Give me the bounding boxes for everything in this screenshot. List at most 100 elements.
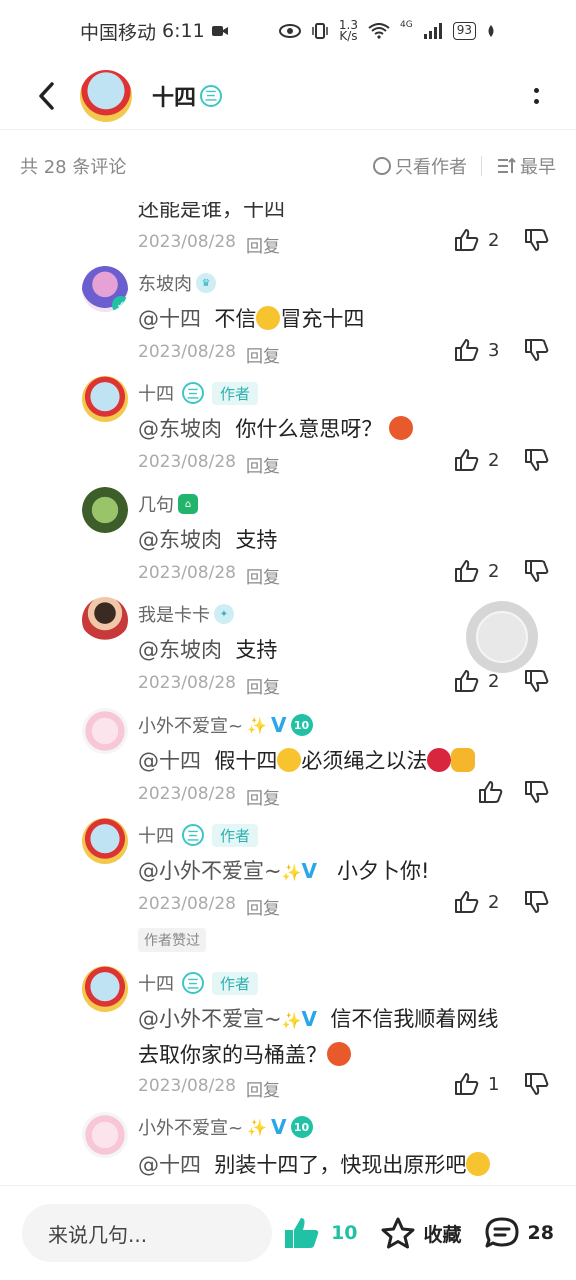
comment-meta: 2023/08/28 回复: [138, 342, 280, 367]
like-button[interactable]: 3: [454, 338, 504, 362]
comment-text-part: 支持: [235, 638, 278, 662]
reply-button[interactable]: 回复: [246, 452, 280, 477]
author-avatar[interactable]: [80, 69, 132, 122]
like-button[interactable]: 2: [454, 228, 504, 252]
thumb-down-icon[interactable]: [524, 559, 550, 583]
only-author-toggle[interactable]: 只看作者: [373, 153, 467, 179]
comment-text-part: 小夕卜你!: [337, 859, 430, 883]
post-like-count: 10: [331, 1222, 358, 1244]
favorite-label: 收藏: [423, 1223, 462, 1246]
mention[interactable]: @东坡肉: [138, 417, 222, 441]
video-icon: [211, 26, 228, 36]
radio-icon: [373, 157, 391, 175]
like-button[interactable]: 2: [454, 890, 504, 914]
more-button[interactable]: [526, 81, 546, 111]
comment-date: 2023/08/28: [138, 1076, 236, 1096]
comment-input[interactable]: 来说几句...: [22, 1204, 272, 1262]
comment-text: @十四 不信 冒充十四: [138, 302, 538, 336]
user-avatar[interactable]: [82, 966, 128, 1012]
comment-input-placeholder: 来说几句...: [48, 1222, 148, 1247]
thumb-down-icon[interactable]: [524, 1072, 550, 1096]
author-tag: 作者: [212, 971, 259, 995]
thumb-down-icon[interactable]: [524, 228, 550, 252]
mention[interactable]: @十四: [138, 749, 201, 773]
post-like-button[interactable]: 10: [283, 1216, 358, 1250]
header: 十四 三: [0, 62, 576, 130]
reply-button[interactable]: 回复: [246, 563, 280, 588]
crown-badge-icon: ♛: [196, 273, 216, 293]
user-name[interactable]: 十四: [138, 822, 174, 848]
mention[interactable]: @东坡肉: [138, 528, 222, 552]
thumb-down-icon[interactable]: [524, 338, 550, 362]
v-badge-icon: V: [301, 1007, 318, 1031]
badge-icon: ✦: [214, 604, 234, 624]
speed-unit: K/s: [339, 29, 358, 43]
thumb-down-icon[interactable]: [524, 780, 550, 804]
dot-icon: [533, 98, 539, 104]
thumb-down-icon[interactable]: [524, 669, 550, 693]
like-button[interactable]: 2: [454, 559, 504, 583]
user-avatar[interactable]: [82, 818, 128, 864]
like-count: 2: [488, 670, 500, 692]
reply-button[interactable]: 回复: [246, 673, 280, 698]
user-name[interactable]: 小外不爱宣~: [138, 712, 243, 738]
sparkle-icon: ✨: [281, 1011, 302, 1030]
back-button[interactable]: [26, 76, 66, 116]
comment-date: 2023/08/28: [138, 673, 236, 693]
level-badge: 三: [182, 972, 204, 994]
user-name[interactable]: 小外不爱宣~: [138, 1114, 243, 1140]
like-button[interactable]: [478, 780, 504, 804]
thumb-down-icon[interactable]: [524, 448, 550, 472]
comment-meta: 2023/08/28 回复: [138, 563, 280, 588]
reply-button[interactable]: 回复: [246, 894, 280, 919]
like-count: 2: [488, 560, 500, 582]
comments-button[interactable]: 28: [484, 1216, 554, 1250]
reply-button[interactable]: 回复: [246, 1076, 280, 1101]
user-avatar[interactable]: [82, 708, 128, 754]
user-avatar[interactable]: [82, 1112, 128, 1158]
like-button[interactable]: 2: [454, 448, 504, 472]
user-name[interactable]: 我是卡卡: [138, 601, 210, 627]
comment-date: 2023/08/28: [138, 452, 236, 472]
unamused-emoji-icon: [256, 306, 281, 330]
like-count: 3: [488, 339, 500, 361]
mention[interactable]: @小外不爱宣~: [138, 859, 282, 883]
reply-button[interactable]: 回复: [246, 232, 280, 257]
user-avatar[interactable]: [82, 376, 128, 422]
like-count: 2: [488, 229, 500, 251]
comment-text: 还能是谁，十四: [138, 200, 285, 221]
user-name[interactable]: 十四: [138, 380, 174, 406]
floating-assistive-button[interactable]: [466, 601, 538, 673]
thumb-up-icon: [455, 1073, 479, 1095]
sort-icon: [498, 157, 516, 173]
mention[interactable]: @十四: [138, 307, 201, 331]
mention[interactable]: @十四: [138, 1153, 201, 1177]
reply-button[interactable]: 回复: [246, 342, 280, 367]
leaf-icon: [488, 25, 494, 37]
user-name[interactable]: 十四: [138, 970, 174, 996]
carrier: 中国移动: [80, 21, 157, 44]
like-button[interactable]: 1: [454, 1072, 504, 1096]
comment-bubble-icon: [485, 1217, 519, 1248]
user-name-row: 东坡肉 ♛: [138, 270, 216, 296]
user-avatar[interactable]: [82, 487, 128, 533]
user-name[interactable]: 几句: [138, 491, 174, 517]
user-avatar[interactable]: ✓: [82, 266, 128, 312]
reply-button[interactable]: 回复: [246, 784, 280, 809]
author-name[interactable]: 十四: [152, 80, 196, 112]
v-badge-icon: V: [271, 713, 287, 737]
comment-list[interactable]: 还能是谁，十四 2023/08/28 回复 2 ✓ 东坡肉 ♛ @十四 不信 冒充…: [0, 200, 576, 1185]
fist-emoji-icon: [451, 748, 476, 772]
comment-text: @小外不爱宣~✨V 信不信我顺着网线 去取你家的马桶盖？: [138, 1002, 538, 1072]
user-name[interactable]: 东坡肉: [138, 270, 192, 296]
thumb-up-icon: [455, 229, 479, 251]
sort-button[interactable]: 最早: [496, 153, 556, 179]
thumb-up-icon: [455, 339, 479, 361]
mention[interactable]: @东坡肉: [138, 638, 222, 662]
user-avatar[interactable]: [82, 597, 128, 643]
mention[interactable]: @小外不爱宣~: [138, 1007, 282, 1031]
level-10-badge: 10: [290, 714, 313, 736]
favorite-button[interactable]: 收藏: [380, 1216, 462, 1250]
thumb-down-icon[interactable]: [524, 890, 550, 914]
angry-emoji-icon: [389, 416, 414, 440]
